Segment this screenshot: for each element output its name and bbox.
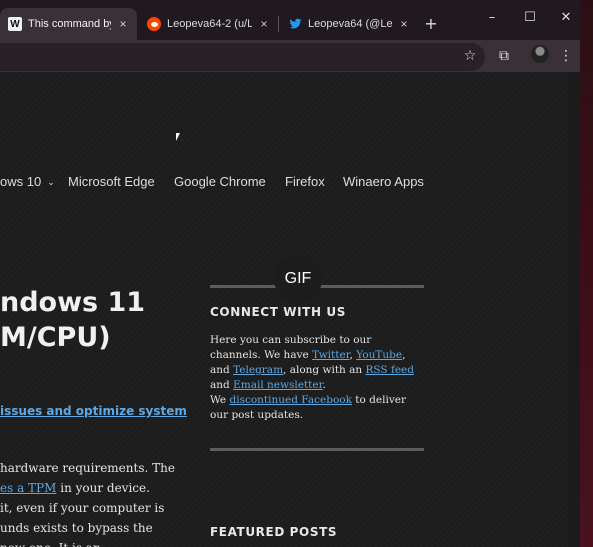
nav-item-windows-10[interactable]: ows 10 ⌄ — [0, 174, 55, 189]
desktop-background — [580, 0, 593, 547]
tab-title: Leopeva64 (@Leopeva — [308, 18, 392, 30]
tab-reddit[interactable]: Leopeva64-2 (u/Leope × — [139, 8, 278, 40]
article-title-line-1: ndows 11 — [0, 287, 146, 318]
rss-feed-link[interactable]: RSS feed — [366, 364, 414, 376]
article-text-line: it, even if your computer is — [0, 501, 165, 515]
featured-posts-heading: FEATURED POSTS — [210, 525, 338, 539]
nav-item-google-chrome[interactable]: Google Chrome — [174, 174, 266, 189]
article-body: hardware requirements. The es a TPM in y… — [0, 458, 175, 547]
article-text-line: new one. It is an — [0, 538, 175, 547]
mouse-pointer — [176, 133, 180, 141]
twitter-link[interactable]: Twitter — [312, 349, 350, 361]
close-icon[interactable]: × — [117, 17, 129, 31]
email-newsletter-link[interactable]: Email newsletter — [233, 379, 322, 391]
close-window-button[interactable]: ✕ — [559, 10, 573, 25]
article-text-line: es a TPM in your device. — [0, 481, 150, 495]
youtube-link[interactable]: YouTube — [356, 349, 402, 361]
close-icon[interactable]: × — [398, 17, 410, 31]
minimize-button[interactable]: – — [485, 10, 499, 25]
twitter-bird-icon — [288, 17, 302, 31]
new-tab-button[interactable]: + — [424, 14, 438, 33]
menu-icon[interactable]: ⋮ — [557, 47, 575, 65]
tab-title: Leopeva64-2 (u/Leope — [167, 18, 252, 30]
nav-item-winaero-apps[interactable]: Winaero Apps — [343, 174, 424, 189]
bookmark-star-icon[interactable]: ☆ — [461, 47, 479, 65]
article-text-line: hardware requirements. The — [0, 461, 175, 475]
chevron-down-icon: ⌄ — [47, 177, 55, 187]
tab-twitter[interactable]: Leopeva64 (@Leopeva × — [280, 8, 418, 40]
article-text-line: unds exists to bypass the — [0, 521, 153, 535]
tab-strip: W This command bypasses × Leopeva64-2 (u… — [0, 0, 580, 40]
address-bar[interactable] — [0, 43, 485, 71]
telegram-link[interactable]: Telegram — [233, 364, 283, 376]
nav-item-firefox[interactable]: Firefox — [285, 174, 325, 189]
facebook-link[interactable]: discontinued Facebook — [230, 394, 352, 406]
tab-title: This command bypasses — [28, 18, 111, 30]
browser-toolbar: ☆ ⧉ ⋮ — [0, 40, 580, 72]
article-title-line-2: M/CPU) — [0, 322, 111, 353]
article-link[interactable]: issues and optimize system — [0, 404, 187, 418]
connect-heading: CONNECT WITH US — [210, 305, 346, 319]
nav-item-microsoft-edge[interactable]: Microsoft Edge — [68, 174, 155, 189]
connect-text: Here you can subscribe to our channels. … — [210, 334, 414, 421]
close-icon[interactable]: × — [258, 17, 270, 31]
tab-separator — [278, 16, 279, 32]
gif-badge[interactable]: GIF — [274, 255, 322, 303]
tpm-link[interactable]: es a TPM — [0, 481, 56, 495]
maximize-button[interactable]: ☐ — [523, 10, 537, 25]
profile-avatar[interactable] — [531, 45, 549, 63]
extensions-icon[interactable]: ⧉ — [495, 47, 513, 65]
wikipedia-w-icon: W — [8, 17, 22, 31]
reddit-icon — [147, 17, 161, 31]
section-divider — [210, 448, 424, 451]
tab-winaero[interactable]: W This command bypasses × — [0, 8, 137, 40]
